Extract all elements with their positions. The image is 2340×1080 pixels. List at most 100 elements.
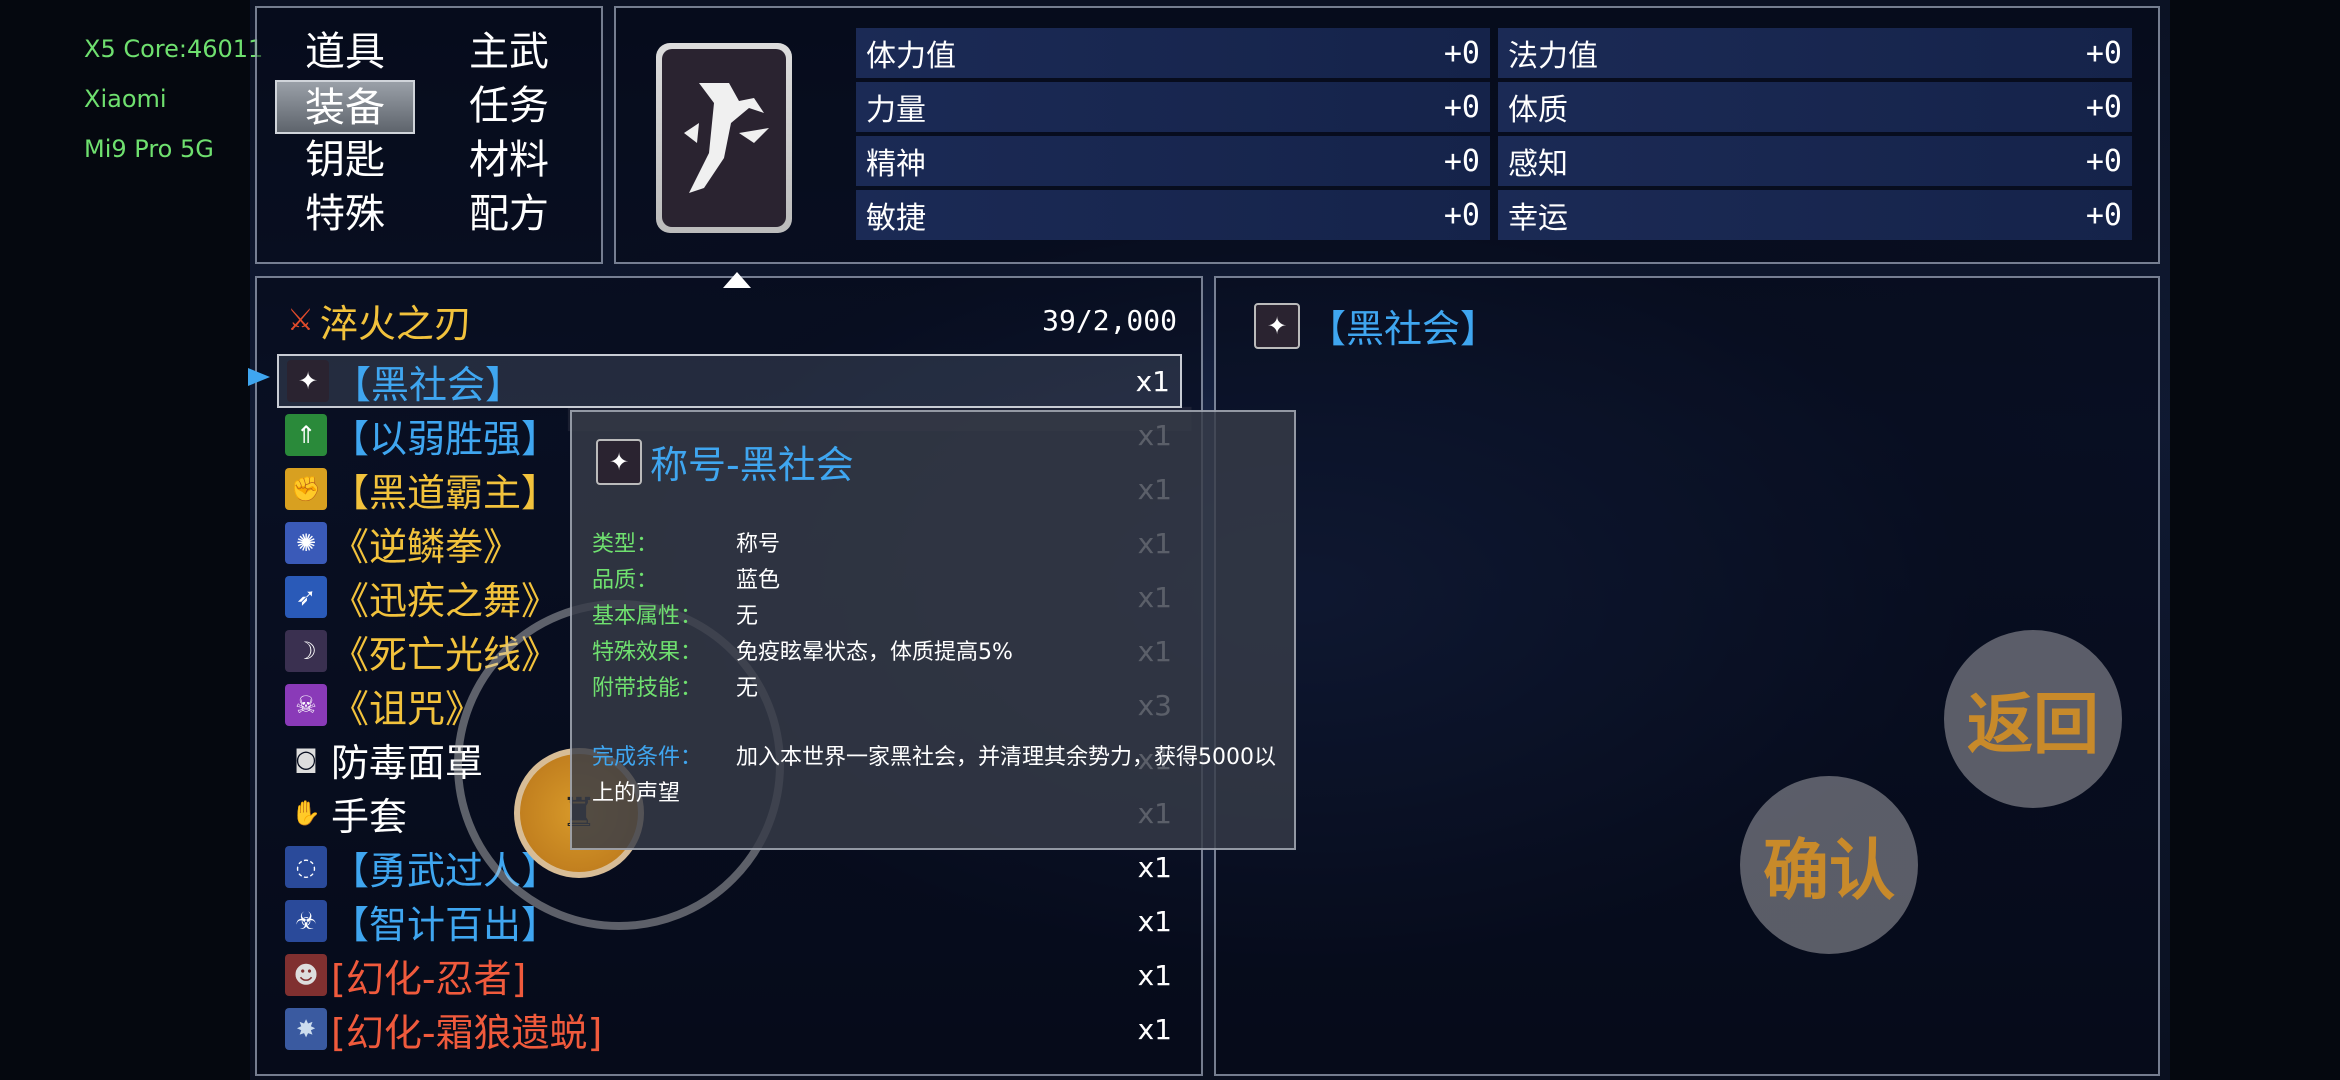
tooltip-title-label: 称号-黑社会 xyxy=(650,443,854,487)
tooltip-label: 特殊效果： xyxy=(592,640,703,665)
dash-icon: ➶ xyxy=(285,576,327,618)
inventory-capacity: 39/2,000 xyxy=(1042,303,1177,337)
stat-name: 敏捷 xyxy=(866,201,926,236)
tooltip-label: 品质： xyxy=(592,568,659,593)
item-quantity: x1 xyxy=(1137,850,1172,884)
item-quantity: x1 xyxy=(1137,958,1172,992)
category-tab[interactable]: 材料 xyxy=(439,134,579,188)
tooltip-label: 基本属性： xyxy=(592,604,703,629)
stats-panel: 体力值 +0 法力值 +0 力量 +0 体质 +0 精神 +0 感知 +0 敏捷 +0 幸运 +0 xyxy=(614,6,2160,264)
item-name: 【以弱胜强】 xyxy=(331,416,560,461)
device-info: X5 Core:46011 Xiaomi Mi9 Pro 5G xyxy=(84,24,263,174)
stat-value: +0 xyxy=(2085,143,2122,179)
tooltip-value: 免疫眩晕状态，体质提高5% xyxy=(736,640,1013,665)
list-header: ⚔ 淬火之刃 39/2,000 xyxy=(287,296,1177,346)
stat-value: +0 xyxy=(1443,197,1480,233)
stat-row: 体力值 +0 xyxy=(856,28,1490,78)
tooltip-label: 附带技能： xyxy=(592,676,703,701)
device-line-1: X5 Core:46011 xyxy=(84,35,264,63)
tooltip-row: 基本属性： 无 xyxy=(592,596,1013,632)
item-tooltip: ✦ 称号-黑社会 类型： 称号 品质： 蓝色 基本属性：无特殊效果： 免疫眩晕状态，体质提… xyxy=(570,410,1296,850)
stat-name: 精神 xyxy=(866,147,926,182)
gas-mask-icon: ◙ xyxy=(294,745,318,773)
title-icon xyxy=(684,83,769,193)
selected-item-icon xyxy=(656,43,792,233)
device-line-3: Mi9 Pro 5G xyxy=(84,135,214,163)
tooltip-title: ✦ 称号-黑社会 xyxy=(596,434,854,489)
stat-grid: 体力值 +0 法力值 +0 力量 +0 体质 +0 精神 +0 感知 +0 敏捷 +0 幸运 +0 xyxy=(856,28,2132,244)
category-grid: 道具 主武 装备 任务 钥匙 材料 特殊 配方 xyxy=(275,26,589,242)
scroll-up-arrow-icon[interactable] xyxy=(723,272,751,288)
wolf-icon: ✸ xyxy=(285,1008,327,1050)
title-icon: ✦ xyxy=(596,438,642,485)
stat-row: 法力值 +0 xyxy=(1498,28,2132,78)
tooltip-attributes: 类型： 称号 品质： 蓝色 基本属性：无特殊效果： 免疫眩晕状态，体质提高5% 附带技能：无 xyxy=(592,524,1013,704)
stat-value: +0 xyxy=(2085,35,2122,71)
burst-icon: ✺ xyxy=(285,522,327,564)
title-icon: ✦ xyxy=(1254,302,1300,349)
stat-row: 敏捷 +0 xyxy=(856,190,1490,240)
category-tab[interactable]: 道具 xyxy=(275,26,415,80)
category-panel: 道具 主武 装备 任务 钥匙 材料 特殊 配方 xyxy=(255,6,603,264)
stat-row: 感知 +0 xyxy=(1498,136,2132,186)
swirl-icon: ◌ xyxy=(285,846,327,888)
item-name: [幻化-忍者] xyxy=(331,956,527,1001)
tooltip-row: 附带技能： 无 xyxy=(592,668,1013,704)
category-tab[interactable]: 钥匙 xyxy=(275,134,415,188)
list-item[interactable]: ☻ [幻化-忍者] x1 xyxy=(277,948,1182,1002)
stat-name: 体力值 xyxy=(866,39,956,74)
item-quantity: x1 xyxy=(1135,364,1170,398)
category-tab[interactable]: 主武 xyxy=(439,26,579,80)
list-item[interactable]: ✸ [幻化-霜狼遗蜕] x1 xyxy=(277,1002,1182,1056)
biohazard-icon: ☣ xyxy=(285,900,327,942)
detail-title: ✦ 【黑社会】 xyxy=(1246,298,1498,353)
crescent-icon: ☽ xyxy=(285,630,327,672)
tooltip-value: 蓝色 xyxy=(736,568,781,593)
list-item[interactable]: ✦ 【黑社会】 x1 xyxy=(277,354,1182,408)
item-name: 【黑社会】 xyxy=(333,362,524,407)
stat-row: 力量 +0 xyxy=(856,82,1490,132)
stat-value: +0 xyxy=(2085,89,2122,125)
condition-label: 完成条件： xyxy=(592,745,703,770)
weapon-name-label: 淬火之刃 xyxy=(319,301,472,346)
list-item[interactable]: ☣ 【智计百出】 x1 xyxy=(277,894,1182,948)
tooltip-condition: 完成条件： 加入本世界一家黑社会，并清理其余势力，获得5000以上的声望 xyxy=(592,740,1282,812)
stat-name: 体质 xyxy=(1508,93,1568,128)
weapon-name: ⚔ 淬火之刃 xyxy=(287,293,472,348)
tooltip-value: 无 xyxy=(736,676,759,701)
confirm-button[interactable]: 确认 xyxy=(1740,776,1918,954)
arrow-up-icon: ⇑ xyxy=(285,414,327,456)
stat-name: 幸运 xyxy=(1508,201,1568,236)
back-button[interactable]: 返回 xyxy=(1944,630,2122,808)
category-tab[interactable]: 任务 xyxy=(439,80,579,134)
item-quantity: x1 xyxy=(1137,1012,1172,1046)
glove-icon: ✋ xyxy=(291,799,321,827)
tooltip-value: 无 xyxy=(736,604,759,629)
tooltip-row: 类型： 称号 xyxy=(592,524,1013,560)
stat-name: 法力值 xyxy=(1508,39,1598,74)
detail-title-label: 【黑社会】 xyxy=(1308,307,1499,351)
tooltip-value: 称号 xyxy=(736,532,781,557)
fist-icon: ✊ xyxy=(285,468,327,510)
item-name: 手套 xyxy=(331,794,408,839)
selection-pointer-icon xyxy=(248,368,270,386)
stat-name: 感知 xyxy=(1508,147,1568,182)
category-tab[interactable]: 装备 xyxy=(275,80,415,134)
category-tab[interactable]: 配方 xyxy=(439,188,579,242)
stat-value: +0 xyxy=(2085,197,2122,233)
item-name: 【黑道霸主】 xyxy=(331,470,560,515)
tooltip-label: 类型： xyxy=(592,532,659,557)
tooltip-row: 品质： 蓝色 xyxy=(592,560,1013,596)
stat-row: 精神 +0 xyxy=(856,136,1490,186)
sword-icon: ⚔ xyxy=(287,302,314,338)
item-name: 《逆鳞拳》 xyxy=(331,524,522,569)
skull-icon: ☠ xyxy=(285,684,327,726)
stat-name: 力量 xyxy=(866,93,926,128)
category-tab[interactable]: 特殊 xyxy=(275,188,415,242)
stat-value: +0 xyxy=(1443,89,1480,125)
stat-row: 幸运 +0 xyxy=(1498,190,2132,240)
tooltip-row: 特殊效果： 免疫眩晕状态，体质提高5% xyxy=(592,632,1013,668)
stat-row: 体质 +0 xyxy=(1498,82,2132,132)
title-icon: ✦ xyxy=(287,360,329,402)
stat-value: +0 xyxy=(1443,143,1480,179)
